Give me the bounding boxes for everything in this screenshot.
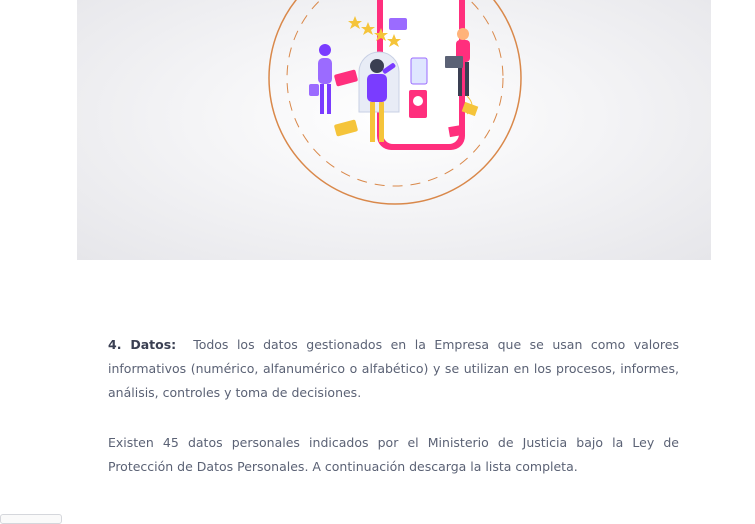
paragraph-datos: 4. Datos: Todos los datos gestionados en… [108, 333, 679, 405]
phone-rating-illustration [268, 0, 522, 205]
paragraph-datos-text: Todos los datos gestionados en la Empres… [108, 337, 679, 400]
corner-tab[interactable] [0, 514, 62, 524]
paragraph-existen: Existen 45 datos personales indicados po… [108, 435, 679, 474]
person-left-icon [309, 44, 332, 114]
message-card-icon [334, 69, 358, 87]
article-body: 4. Datos: Todos los datos gestionados en… [108, 333, 679, 505]
hero-illustration [77, 0, 711, 260]
gold-card-icon [334, 119, 358, 137]
section-label: 4. Datos: [108, 337, 177, 352]
